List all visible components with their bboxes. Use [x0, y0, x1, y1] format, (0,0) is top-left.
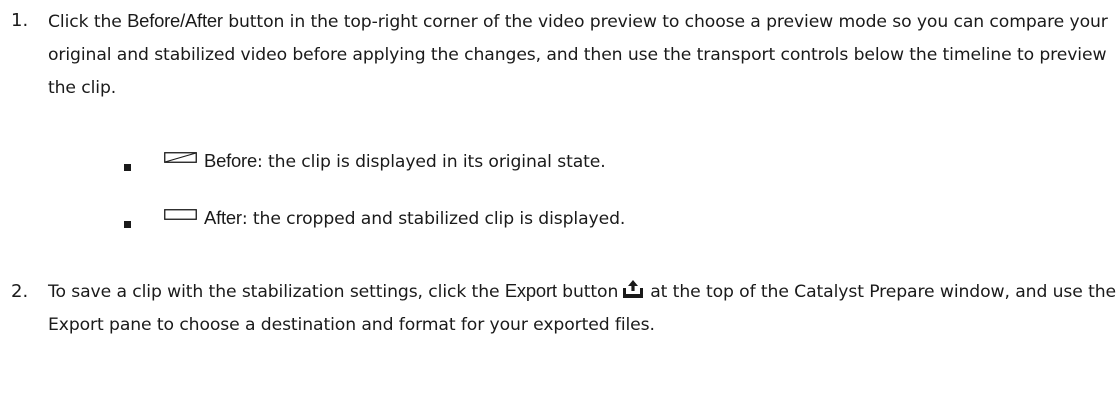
after-label: After — [204, 207, 242, 228]
after-mode-icon — [164, 209, 197, 220]
step-text-part: Click the — [48, 12, 128, 32]
export-button-label: Export — [504, 280, 557, 301]
step-text-part: button — [556, 282, 619, 302]
step-text: To save a clip with the stabilization se… — [48, 274, 1116, 342]
help-document: 1. Click the Before/After button in the … — [0, 0, 1117, 406]
before-mode-icon — [164, 152, 197, 163]
bullet-marker — [124, 164, 131, 171]
step-text-part: To save a clip with the stabilization se… — [48, 282, 505, 302]
bullet-before: Before: the clip is displayed in its ori… — [0, 144, 1117, 177]
step-text: Click the Before/After button in the top… — [48, 4, 1116, 105]
bullet-description: : the cropped and stabilized clip is dis… — [241, 209, 626, 229]
before-label: Before — [204, 150, 257, 171]
bullet-marker — [124, 221, 131, 228]
bullet-text: Before: the clip is displayed in its ori… — [204, 144, 606, 179]
bullet-description: : the clip is displayed in its original … — [256, 152, 606, 172]
bullet-after: After: the cropped and stabilized clip i… — [0, 201, 1117, 234]
step-number: 1. — [11, 10, 29, 31]
bullet-text: After: the cropped and stabilized clip i… — [204, 201, 625, 236]
export-icon — [623, 280, 644, 298]
step-number: 2. — [11, 281, 29, 302]
before-after-button-label: Before/After — [127, 10, 223, 31]
